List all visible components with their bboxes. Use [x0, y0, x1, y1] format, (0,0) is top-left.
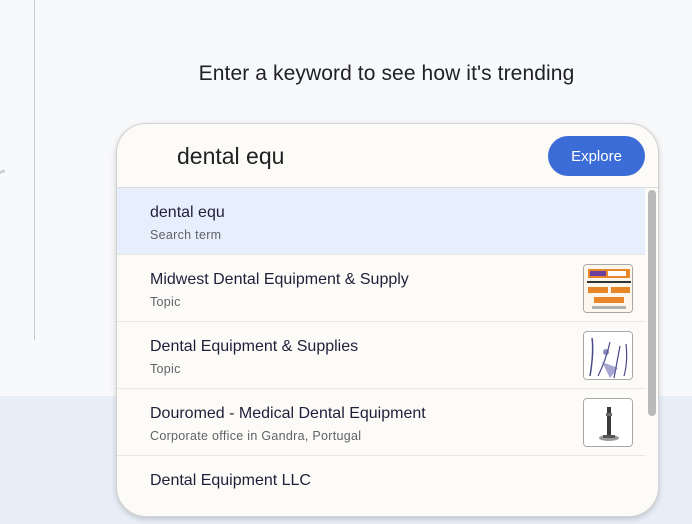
- suggestion-list: dental equ Search term Midwest Dental Eq…: [117, 188, 645, 516]
- search-row: Explore: [117, 124, 658, 188]
- suggestion-title: dental equ: [150, 204, 225, 221]
- suggestion-subtitle: Search term: [150, 228, 222, 242]
- dental-instrument-photo-thumbnail: [583, 398, 633, 447]
- explore-button[interactable]: Explore: [548, 136, 645, 176]
- suggestion-title: Dental Equipment & Supplies: [150, 338, 359, 355]
- midwest-dental-logo-thumbnail: [583, 264, 633, 313]
- suggestion-subtitle: Topic: [150, 362, 181, 376]
- suggestion-subtitle: Corporate office in Gandra, Portugal: [150, 429, 362, 443]
- left-panel-text-fragment: r: [0, 158, 5, 197]
- suggestion-title: Dental Equipment LLC: [150, 472, 311, 489]
- search-card: Explore dental equ Search term Midwest D…: [116, 123, 659, 517]
- suggestion-item[interactable]: Midwest Dental Equipment & Supply Topic: [117, 255, 645, 322]
- suggestion-item[interactable]: Douromed - Medical Dental Equipment Corp…: [117, 389, 645, 456]
- suggestion-subtitle: Topic: [150, 295, 181, 309]
- suggestion-item[interactable]: dental equ Search term: [117, 188, 645, 255]
- page-heading: Enter a keyword to see how it's trending: [198, 62, 575, 85]
- suggestion-title: Midwest Dental Equipment & Supply: [150, 271, 409, 288]
- search-input[interactable]: [177, 138, 537, 174]
- suggestion-title: Douromed - Medical Dental Equipment: [150, 405, 426, 422]
- suggestion-item[interactable]: Dental Equipment & Supplies Topic: [117, 322, 645, 389]
- dental-tools-sketch-thumbnail: [583, 331, 633, 380]
- left-panel-divider: [34, 0, 35, 340]
- suggestion-item[interactable]: Dental Equipment LLC: [117, 456, 645, 516]
- suggestion-scrollbar[interactable]: [648, 190, 656, 416]
